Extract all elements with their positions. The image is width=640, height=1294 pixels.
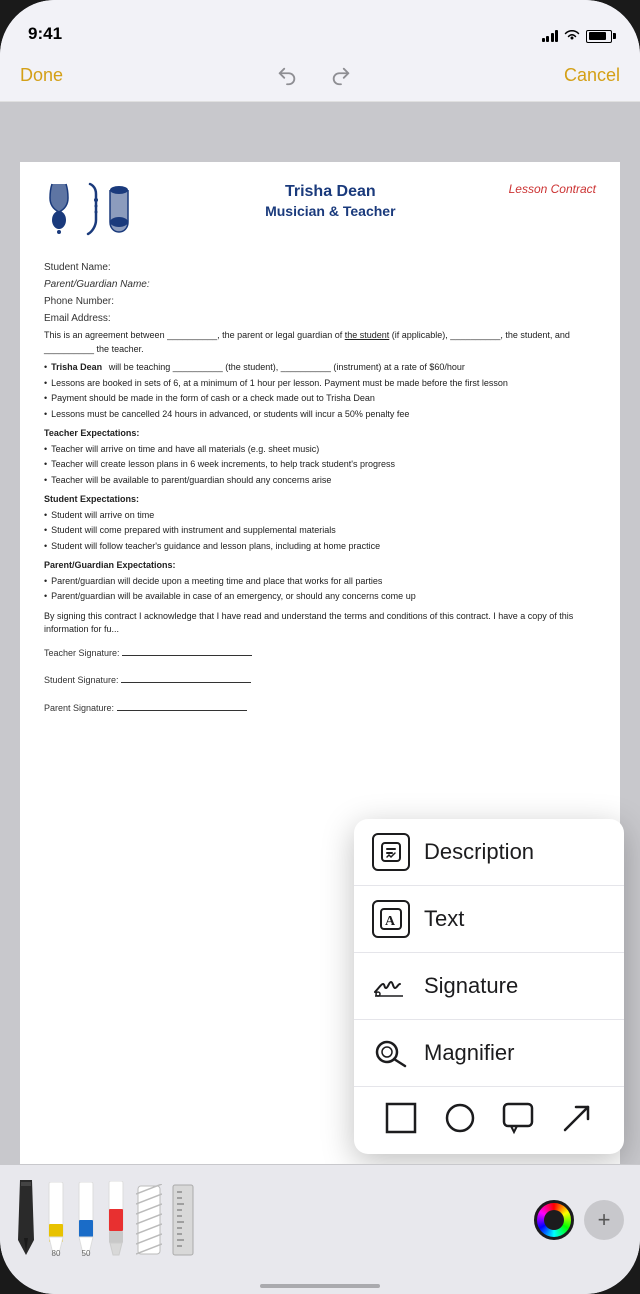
battery-icon (586, 30, 612, 43)
email-field: Email Address: (44, 312, 596, 326)
pen-yellow-label: 80 (52, 1249, 61, 1258)
description-menu-item[interactable]: Description (354, 819, 624, 886)
signature-section: Teacher Signature: Student Signature: Pa… (44, 647, 596, 716)
nav-center (272, 61, 356, 91)
phone-screen: 9:41 (0, 0, 640, 1294)
status-icons (542, 28, 613, 44)
home-indicator (260, 1284, 380, 1288)
context-menu: Description A Text (354, 819, 624, 1154)
drum-icon (106, 182, 132, 237)
status-time: 9:41 (28, 24, 62, 44)
color-picker-button[interactable] (534, 1200, 574, 1240)
student-name-field: Student Name: (44, 261, 596, 275)
teacher-signature-line: Teacher Signature: (44, 647, 596, 661)
lesson-contract-label: Lesson Contract (509, 182, 596, 196)
phone-frame: 9:41 (0, 0, 640, 1294)
undo-button[interactable] (272, 61, 302, 91)
teacher-bullet-1: Teacher will arrive on time and have all… (44, 443, 596, 457)
closing-text: By signing this contract I acknowledge t… (44, 610, 596, 637)
guardian-name-field: Parent/Guardian Name: (44, 278, 596, 292)
shape-circle-button[interactable] (443, 1101, 477, 1140)
doc-instruments (44, 182, 132, 237)
text-menu-item[interactable]: A Text (354, 886, 624, 953)
parent-expectations-title: Parent/Guardian Expectations: (44, 559, 596, 573)
teacher-expectations-title: Teacher Expectations: (44, 427, 596, 441)
pen-blue-tool[interactable]: 50 (76, 1182, 96, 1258)
teacher-bullet-3: Teacher will be available to parent/guar… (44, 474, 596, 488)
pen-red-tool[interactable] (106, 1181, 126, 1259)
student-signature-line: Student Signature: (44, 674, 596, 688)
shapes-row (354, 1087, 624, 1154)
phone-field: Phone Number: (44, 295, 596, 309)
eraser-tool[interactable] (136, 1184, 162, 1256)
text-label: Text (424, 906, 464, 932)
doc-musician-name: Trisha Dean (152, 182, 509, 203)
bottom-toolbar: 80 80 50 (0, 1164, 640, 1294)
magnifier-menu-item[interactable]: Magnifier (354, 1020, 624, 1087)
done-button[interactable]: Done (20, 65, 63, 86)
nav-bar: Done Cancel (0, 50, 640, 102)
doc-body: This is an agreement between __________,… (44, 329, 596, 715)
status-bar: 9:41 (0, 0, 640, 50)
signature-label: Signature (424, 973, 518, 999)
shape-arrow-button[interactable] (560, 1101, 594, 1140)
bullet-2: Lessons are booked in sets of 6, at a mi… (44, 377, 596, 391)
magnifier-icon (372, 1034, 410, 1072)
guitar-icon (44, 182, 74, 237)
signature-icon (372, 967, 410, 1005)
description-label: Description (424, 839, 534, 865)
teacher-bullet-2: Teacher will create lesson plans in 6 we… (44, 458, 596, 472)
shape-speech-button[interactable] (501, 1101, 535, 1140)
bullet-4: Lessons must be cancelled 24 hours in ad… (44, 408, 596, 422)
doc-title: Trisha Dean Musician & Teacher (152, 182, 509, 219)
pen-blue-label: 50 (82, 1249, 91, 1258)
student-bullet-3: Student will follow teacher's guidance a… (44, 540, 596, 554)
parent-signature-line: Parent Signature: (44, 702, 596, 716)
ruler-tool[interactable] (172, 1184, 194, 1256)
svg-text:A: A (385, 914, 396, 929)
description-icon (372, 833, 410, 871)
bullet-1: Trisha Dean will be teaching __________ … (44, 361, 596, 375)
content-area: Trisha Dean Musician & Teacher Lesson Co… (0, 102, 640, 1164)
agreement-paragraph: This is an agreement between __________,… (44, 329, 596, 356)
student-expectations-title: Student Expectations: (44, 493, 596, 507)
redo-button[interactable] (326, 61, 356, 91)
magnifier-label: Magnifier (424, 1040, 514, 1066)
parent-bullet-1: Parent/guardian will decide upon a meeti… (44, 575, 596, 589)
student-bullet-1: Student will arrive on time (44, 509, 596, 523)
doc-header: Trisha Dean Musician & Teacher Lesson Co… (44, 182, 596, 245)
cancel-button[interactable]: Cancel (564, 65, 620, 86)
gray-top-area (0, 102, 640, 162)
add-button[interactable]: + (584, 1200, 624, 1240)
saxophone-icon (78, 182, 102, 237)
bullet-3: Payment should be made in the form of ca… (44, 392, 596, 406)
signature-menu-item[interactable]: Signature (354, 953, 624, 1020)
add-icon: + (598, 1207, 611, 1233)
text-icon: A (372, 900, 410, 938)
parent-bullet-2: Parent/guardian will be available in cas… (44, 590, 596, 604)
pen-black-tool[interactable] (16, 1180, 36, 1260)
signal-bars-icon (542, 30, 559, 42)
student-bullet-2: Student will come prepared with instrume… (44, 524, 596, 538)
shape-square-button[interactable] (384, 1101, 418, 1140)
doc-musician-subtitle: Musician & Teacher (152, 203, 509, 219)
wifi-icon (564, 28, 580, 44)
pen-yellow-tool[interactable]: 80 80 (46, 1182, 66, 1258)
